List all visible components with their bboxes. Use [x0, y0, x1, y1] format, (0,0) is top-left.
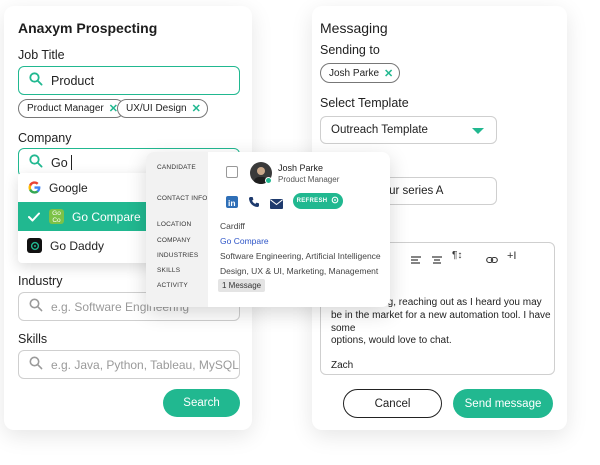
- skills-value: Design, UX & UI, Marketing, Management: [220, 266, 379, 276]
- send-message-button[interactable]: Send message: [453, 389, 553, 418]
- industries-value: Software Engineering, Artificial Intelli…: [220, 251, 381, 261]
- chevron-down-icon: [472, 128, 484, 134]
- check-icon: [27, 210, 41, 224]
- search-icon: [29, 298, 43, 315]
- refresh-icon: [331, 196, 339, 206]
- suggestion-label: Google: [49, 180, 88, 195]
- candidate-checkbox[interactable]: [226, 166, 238, 178]
- godaddy-logo-icon: [27, 238, 42, 253]
- search-button[interactable]: Search: [163, 389, 240, 417]
- cancel-button[interactable]: Cancel: [343, 389, 442, 418]
- company-label: Company: [18, 131, 72, 145]
- search-icon: [29, 154, 43, 171]
- message-line: be in the market for a new automation to…: [331, 309, 551, 334]
- phone-icon[interactable]: [248, 195, 260, 213]
- contact-info-label: CONTACT INFO: [157, 195, 208, 202]
- message-signature: Zach: [331, 360, 354, 372]
- tag-label: UX/UI Design: [126, 103, 187, 114]
- candidate-name: Josh Parke: [278, 163, 324, 173]
- message-body: necting, reaching out as I heard you may…: [331, 297, 556, 373]
- search-icon: [29, 72, 43, 89]
- text-cursor: [70, 155, 72, 170]
- job-title-input[interactable]: Product: [18, 66, 240, 95]
- insert-icon[interactable]: +I: [507, 250, 516, 262]
- search-icon: [29, 356, 43, 373]
- suggestion-label: Go Daddy: [50, 238, 105, 253]
- link-icon[interactable]: [486, 252, 498, 270]
- messaging-title: Messaging: [320, 20, 388, 36]
- select-template-label: Select Template: [320, 96, 409, 110]
- gocompare-logo-icon: Go Co: [49, 209, 64, 224]
- activity-badge: 1 Message: [218, 279, 266, 292]
- prospecting-title: Anaxym Prospecting: [18, 20, 158, 36]
- skills-label: Skills: [18, 332, 48, 346]
- refresh-label: REFRESH: [296, 198, 328, 204]
- align-center-icon[interactable]: [432, 252, 442, 270]
- skills-input[interactable]: e.g. Java, Python, Tableau, MySQL: [18, 350, 240, 379]
- contact-card: CANDIDATE CONTACT INFO LOCATION COMPANY …: [146, 152, 390, 307]
- close-icon[interactable]: ✕: [384, 67, 393, 80]
- location-value: Cardiff: [220, 221, 245, 231]
- industries-label: INDUSTRIES: [157, 252, 199, 259]
- tag-label: Josh Parke: [329, 67, 380, 79]
- activity-label: ACTIVITY: [157, 282, 188, 289]
- tag-label: Product Manager: [27, 103, 104, 114]
- close-icon[interactable]: ✕: [192, 102, 201, 115]
- candidate-role: Product Manager: [278, 175, 340, 184]
- company-link[interactable]: Go Compare: [220, 236, 269, 246]
- job-title-tag[interactable]: Product Manager ✕: [18, 99, 125, 118]
- mail-icon[interactable]: [270, 196, 283, 214]
- job-title-value: Product: [51, 73, 95, 88]
- online-status-dot: [265, 177, 272, 184]
- skills-placeholder: e.g. Java, Python, Tableau, MySQL: [51, 357, 239, 372]
- recipient-tag[interactable]: Josh Parke ✕: [320, 63, 401, 83]
- suggestion-label: Go Compare: [72, 209, 141, 224]
- company-value: Go: [51, 155, 68, 170]
- company-label: COMPANY: [157, 237, 191, 244]
- job-title-label: Job Title: [18, 48, 65, 62]
- message-line: options, would love to chat.: [331, 335, 452, 347]
- svg-text:in: in: [228, 198, 236, 208]
- refresh-button[interactable]: REFRESH: [293, 193, 343, 209]
- sending-to-label: Sending to: [320, 43, 380, 57]
- paragraph-icon[interactable]: ¶↕: [452, 250, 462, 261]
- linkedin-icon[interactable]: in: [226, 195, 238, 213]
- candidate-label: CANDIDATE: [157, 164, 196, 171]
- industry-label: Industry: [18, 274, 63, 288]
- skills-label: SKILLS: [157, 267, 181, 274]
- template-value: Outreach Template: [331, 124, 428, 136]
- job-title-tag[interactable]: UX/UI Design ✕: [117, 99, 208, 118]
- align-left-icon[interactable]: [411, 252, 421, 270]
- template-select[interactable]: Outreach Template: [320, 116, 497, 144]
- location-label: LOCATION: [157, 221, 192, 228]
- google-logo-icon: [27, 181, 41, 195]
